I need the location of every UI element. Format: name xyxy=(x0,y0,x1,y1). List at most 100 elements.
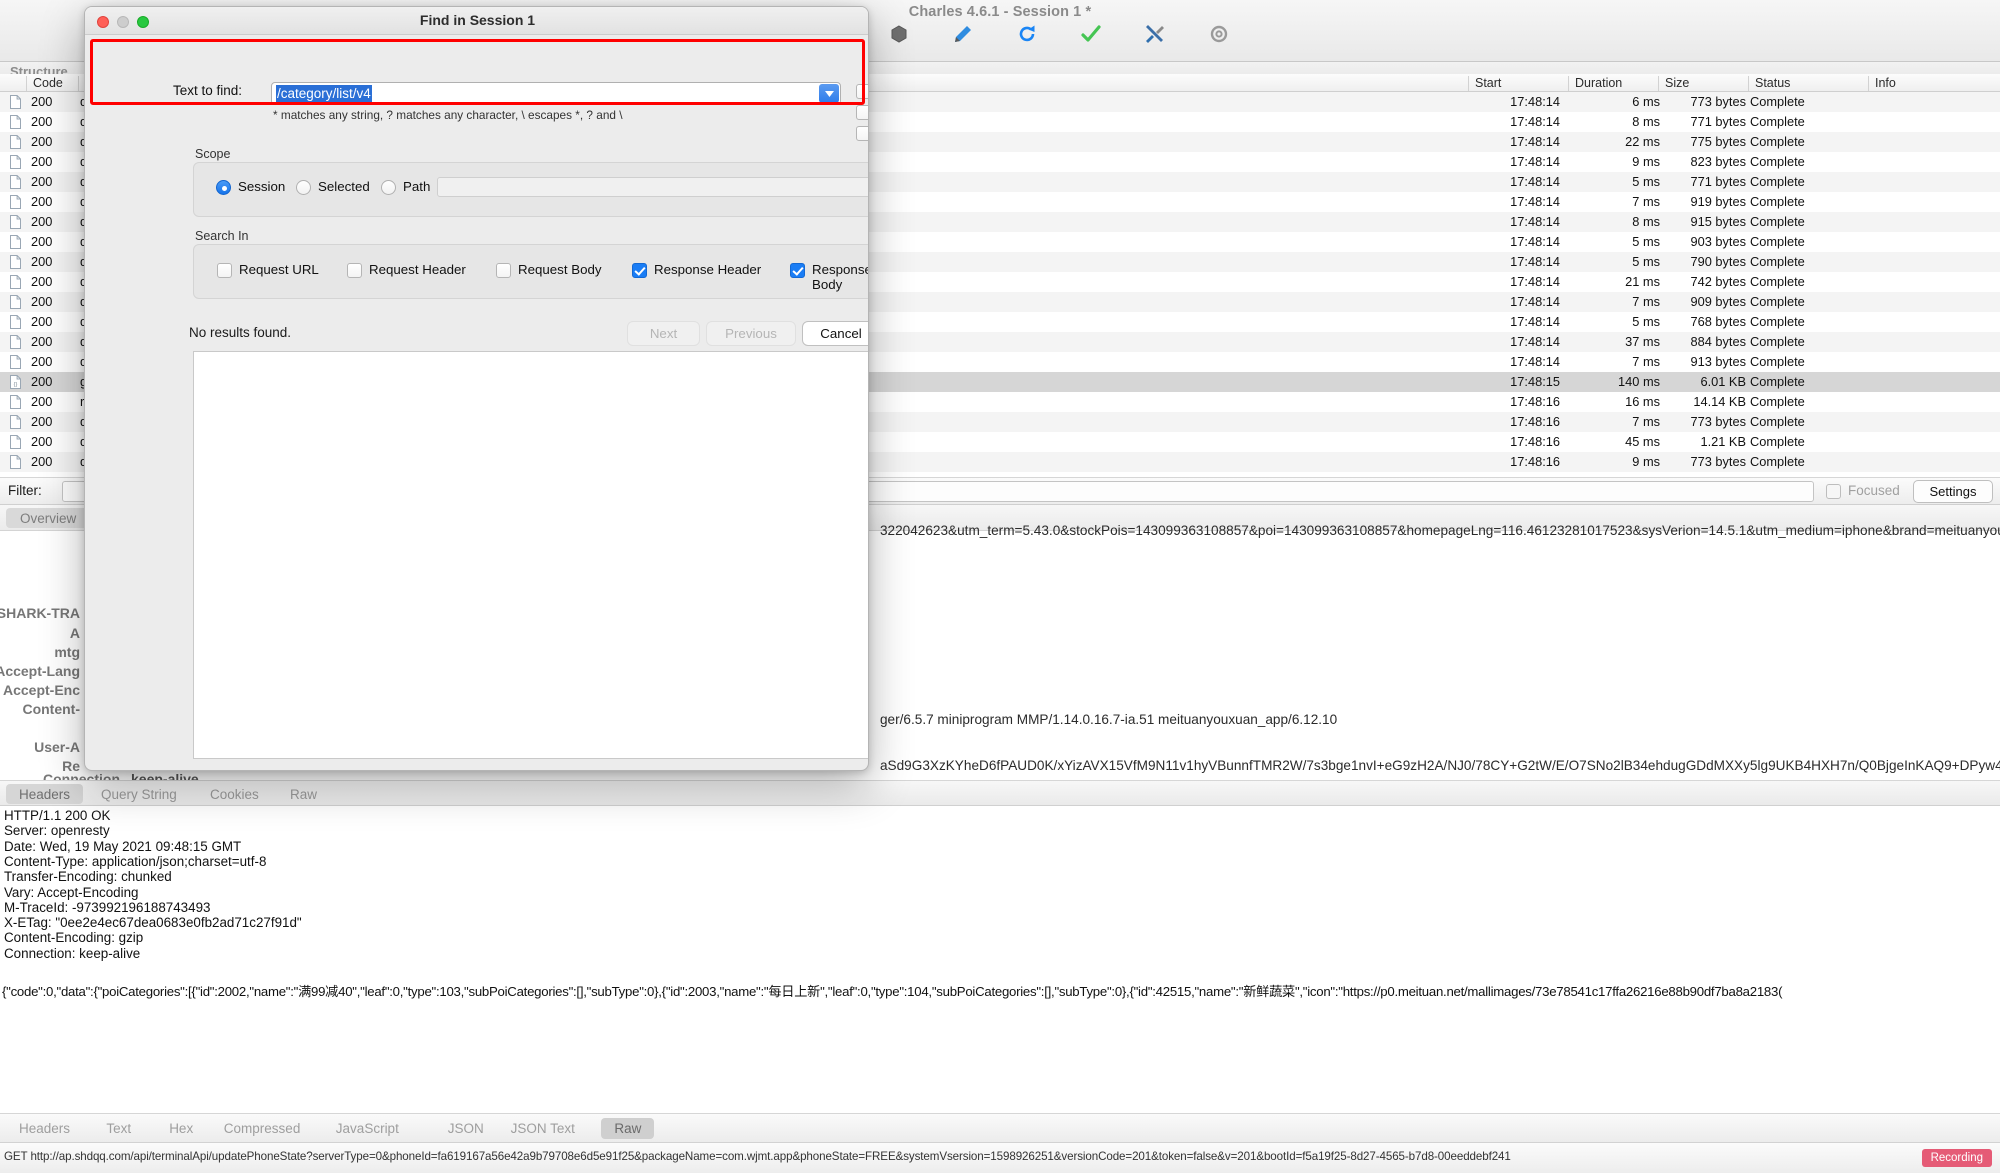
column-header-code[interactable]: Code xyxy=(26,76,78,91)
find-results-pane[interactable] xyxy=(193,351,868,759)
response-view-tab-raw[interactable]: Raw xyxy=(601,1118,655,1139)
find-dialog-body: Text to find: /category/list/v4 * matche… xyxy=(85,35,868,770)
tab-query-string[interactable]: Query String xyxy=(88,784,190,804)
focused-checkbox[interactable] xyxy=(1826,484,1841,499)
find-dialog-titlebar[interactable]: Find in Session 1 xyxy=(85,7,868,35)
tools-icon[interactable] xyxy=(1140,20,1170,48)
row-duration: 140 ms xyxy=(1618,374,1660,389)
file-icon xyxy=(10,295,21,309)
response-view-tab-json[interactable]: JSON xyxy=(435,1118,497,1139)
row-status: Complete xyxy=(1750,374,1805,389)
row-code: 200 xyxy=(31,254,53,269)
search-in-request-body-checkbox[interactable] xyxy=(496,263,511,278)
row-duration: 5 ms xyxy=(1632,314,1660,329)
row-code: 200 xyxy=(31,314,53,329)
row-code: 200 xyxy=(31,234,53,249)
search-in-response-header-checkbox[interactable] xyxy=(632,263,647,278)
pen-compose-icon[interactable] xyxy=(948,20,978,48)
text-to-find-input[interactable]: /category/list/v4 xyxy=(276,85,372,102)
row-code: 200 xyxy=(31,354,53,369)
column-header-start[interactable]: Start xyxy=(1468,76,1568,91)
row-size: 742 bytes xyxy=(1690,274,1747,289)
scope-group-title: Scope xyxy=(195,147,231,161)
file-icon xyxy=(10,275,21,289)
row-code: 200 xyxy=(31,194,53,209)
response-view-tab-text[interactable]: Text xyxy=(93,1118,144,1139)
row-duration: 8 ms xyxy=(1632,114,1660,129)
response-header-line: X-ETag: "0ee2e4ec67dea0683e0fb2ad71c27f9… xyxy=(4,915,302,931)
settings-button[interactable]: Settings xyxy=(1913,480,1993,503)
response-view-tab-headers[interactable]: Headers xyxy=(6,1118,83,1139)
recording-badge[interactable]: Recording xyxy=(1921,1149,1992,1167)
column-header-info[interactable]: Info xyxy=(1868,76,1998,91)
scope-path-input[interactable] xyxy=(437,177,868,197)
chevron-down-icon[interactable] xyxy=(819,84,839,103)
row-status: Complete xyxy=(1750,454,1805,469)
row-duration: 45 ms xyxy=(1625,434,1660,449)
response-header-line: Date: Wed, 19 May 2021 09:48:15 GMT xyxy=(4,838,242,854)
tab-raw[interactable]: Raw xyxy=(277,784,330,804)
row-start: 17:48:14 xyxy=(1510,154,1560,169)
case-sensitive-checkbox[interactable] xyxy=(856,105,868,120)
response-view-tab-compressed[interactable]: Compressed xyxy=(211,1118,314,1139)
row-duration: 7 ms xyxy=(1632,354,1660,369)
row-status: Complete xyxy=(1750,334,1805,349)
cancel-button[interactable]: Cancel xyxy=(802,321,868,346)
column-header-size[interactable]: Size xyxy=(1658,76,1748,91)
request-header-tail-3: aSd9G3XzKYheD6fPAUD0K/xYizAVX15VfM9N11v1… xyxy=(880,758,2000,773)
request-header-name-m-shark: M-SHARK-TRA xyxy=(0,605,80,621)
scope-radio-path[interactable] xyxy=(381,180,396,195)
scope-radio-selected[interactable] xyxy=(296,180,311,195)
response-view-tab-hex[interactable]: Hex xyxy=(156,1118,206,1139)
find-dialog-title: Find in Session 1 xyxy=(419,12,536,28)
tab-headers[interactable]: Headers xyxy=(6,784,84,804)
search-in-request-header-checkbox[interactable] xyxy=(347,263,362,278)
checkmark-icon[interactable] xyxy=(1076,20,1106,48)
row-duration: 9 ms xyxy=(1632,454,1660,469)
response-header-line: HTTP/1.1 200 OK xyxy=(4,808,111,823)
response-view-tab-json-text[interactable]: JSON Text xyxy=(498,1118,588,1139)
row-size: 773 bytes xyxy=(1690,454,1747,469)
search-in-request-header-label: Request Header xyxy=(369,262,466,277)
row-duration: 8 ms xyxy=(1632,214,1660,229)
tab-cookies[interactable]: Cookies xyxy=(197,784,272,804)
hexagon-breakpoint-icon[interactable] xyxy=(884,20,914,48)
regular-expression-checkbox[interactable] xyxy=(856,84,868,99)
row-code: 200 xyxy=(31,454,53,469)
text-to-find-combobox[interactable]: /category/list/v4 xyxy=(271,82,841,105)
row-code: 200 xyxy=(31,334,53,349)
row-code: 200 xyxy=(31,154,53,169)
scope-label-selected: Selected xyxy=(318,179,370,194)
response-header-line: M-TraceId: -973992196188743493 xyxy=(4,899,211,915)
previous-button[interactable]: Previous xyxy=(706,321,796,346)
row-start: 17:48:14 xyxy=(1510,194,1560,209)
whole-words-only-checkbox[interactable] xyxy=(856,126,868,141)
search-in-request-url-checkbox[interactable] xyxy=(217,263,232,278)
response-body-text: {"code":0,"data":{"poiCategories":[{"id"… xyxy=(2,984,1783,999)
detail-tab-strip: Headers Query String Cookies Raw xyxy=(0,780,2000,806)
search-in-response-body-checkbox[interactable] xyxy=(790,263,805,278)
row-start: 17:48:14 xyxy=(1510,234,1560,249)
refresh-icon[interactable] xyxy=(1012,20,1042,48)
row-start: 17:48:14 xyxy=(1510,354,1560,369)
row-size: 913 bytes xyxy=(1690,354,1747,369)
file-icon xyxy=(10,195,21,209)
column-header-status[interactable]: Status xyxy=(1748,76,1868,91)
scope-radio-session[interactable] xyxy=(216,180,231,195)
row-duration: 21 ms xyxy=(1625,274,1660,289)
tab-overview[interactable]: Overview xyxy=(6,508,91,528)
gear-settings-icon[interactable] xyxy=(1204,20,1234,48)
file-icon xyxy=(10,335,21,349)
row-status: Complete xyxy=(1750,314,1805,329)
row-start: 17:48:14 xyxy=(1510,334,1560,349)
next-button[interactable]: Next xyxy=(627,321,700,346)
search-in-request-body-label: Request Body xyxy=(518,262,602,277)
file-icon xyxy=(10,455,21,469)
response-view-tab-javascript[interactable]: JavaScript xyxy=(323,1118,412,1139)
row-status: Complete xyxy=(1750,354,1805,369)
column-header-duration[interactable]: Duration xyxy=(1568,76,1658,91)
row-duration: 9 ms xyxy=(1632,154,1660,169)
response-view-tab-strip: Headers Text Hex Compressed JavaScript JSON JS… xyxy=(0,1113,2000,1142)
file-icon xyxy=(10,255,21,269)
row-status: Complete xyxy=(1750,214,1805,229)
